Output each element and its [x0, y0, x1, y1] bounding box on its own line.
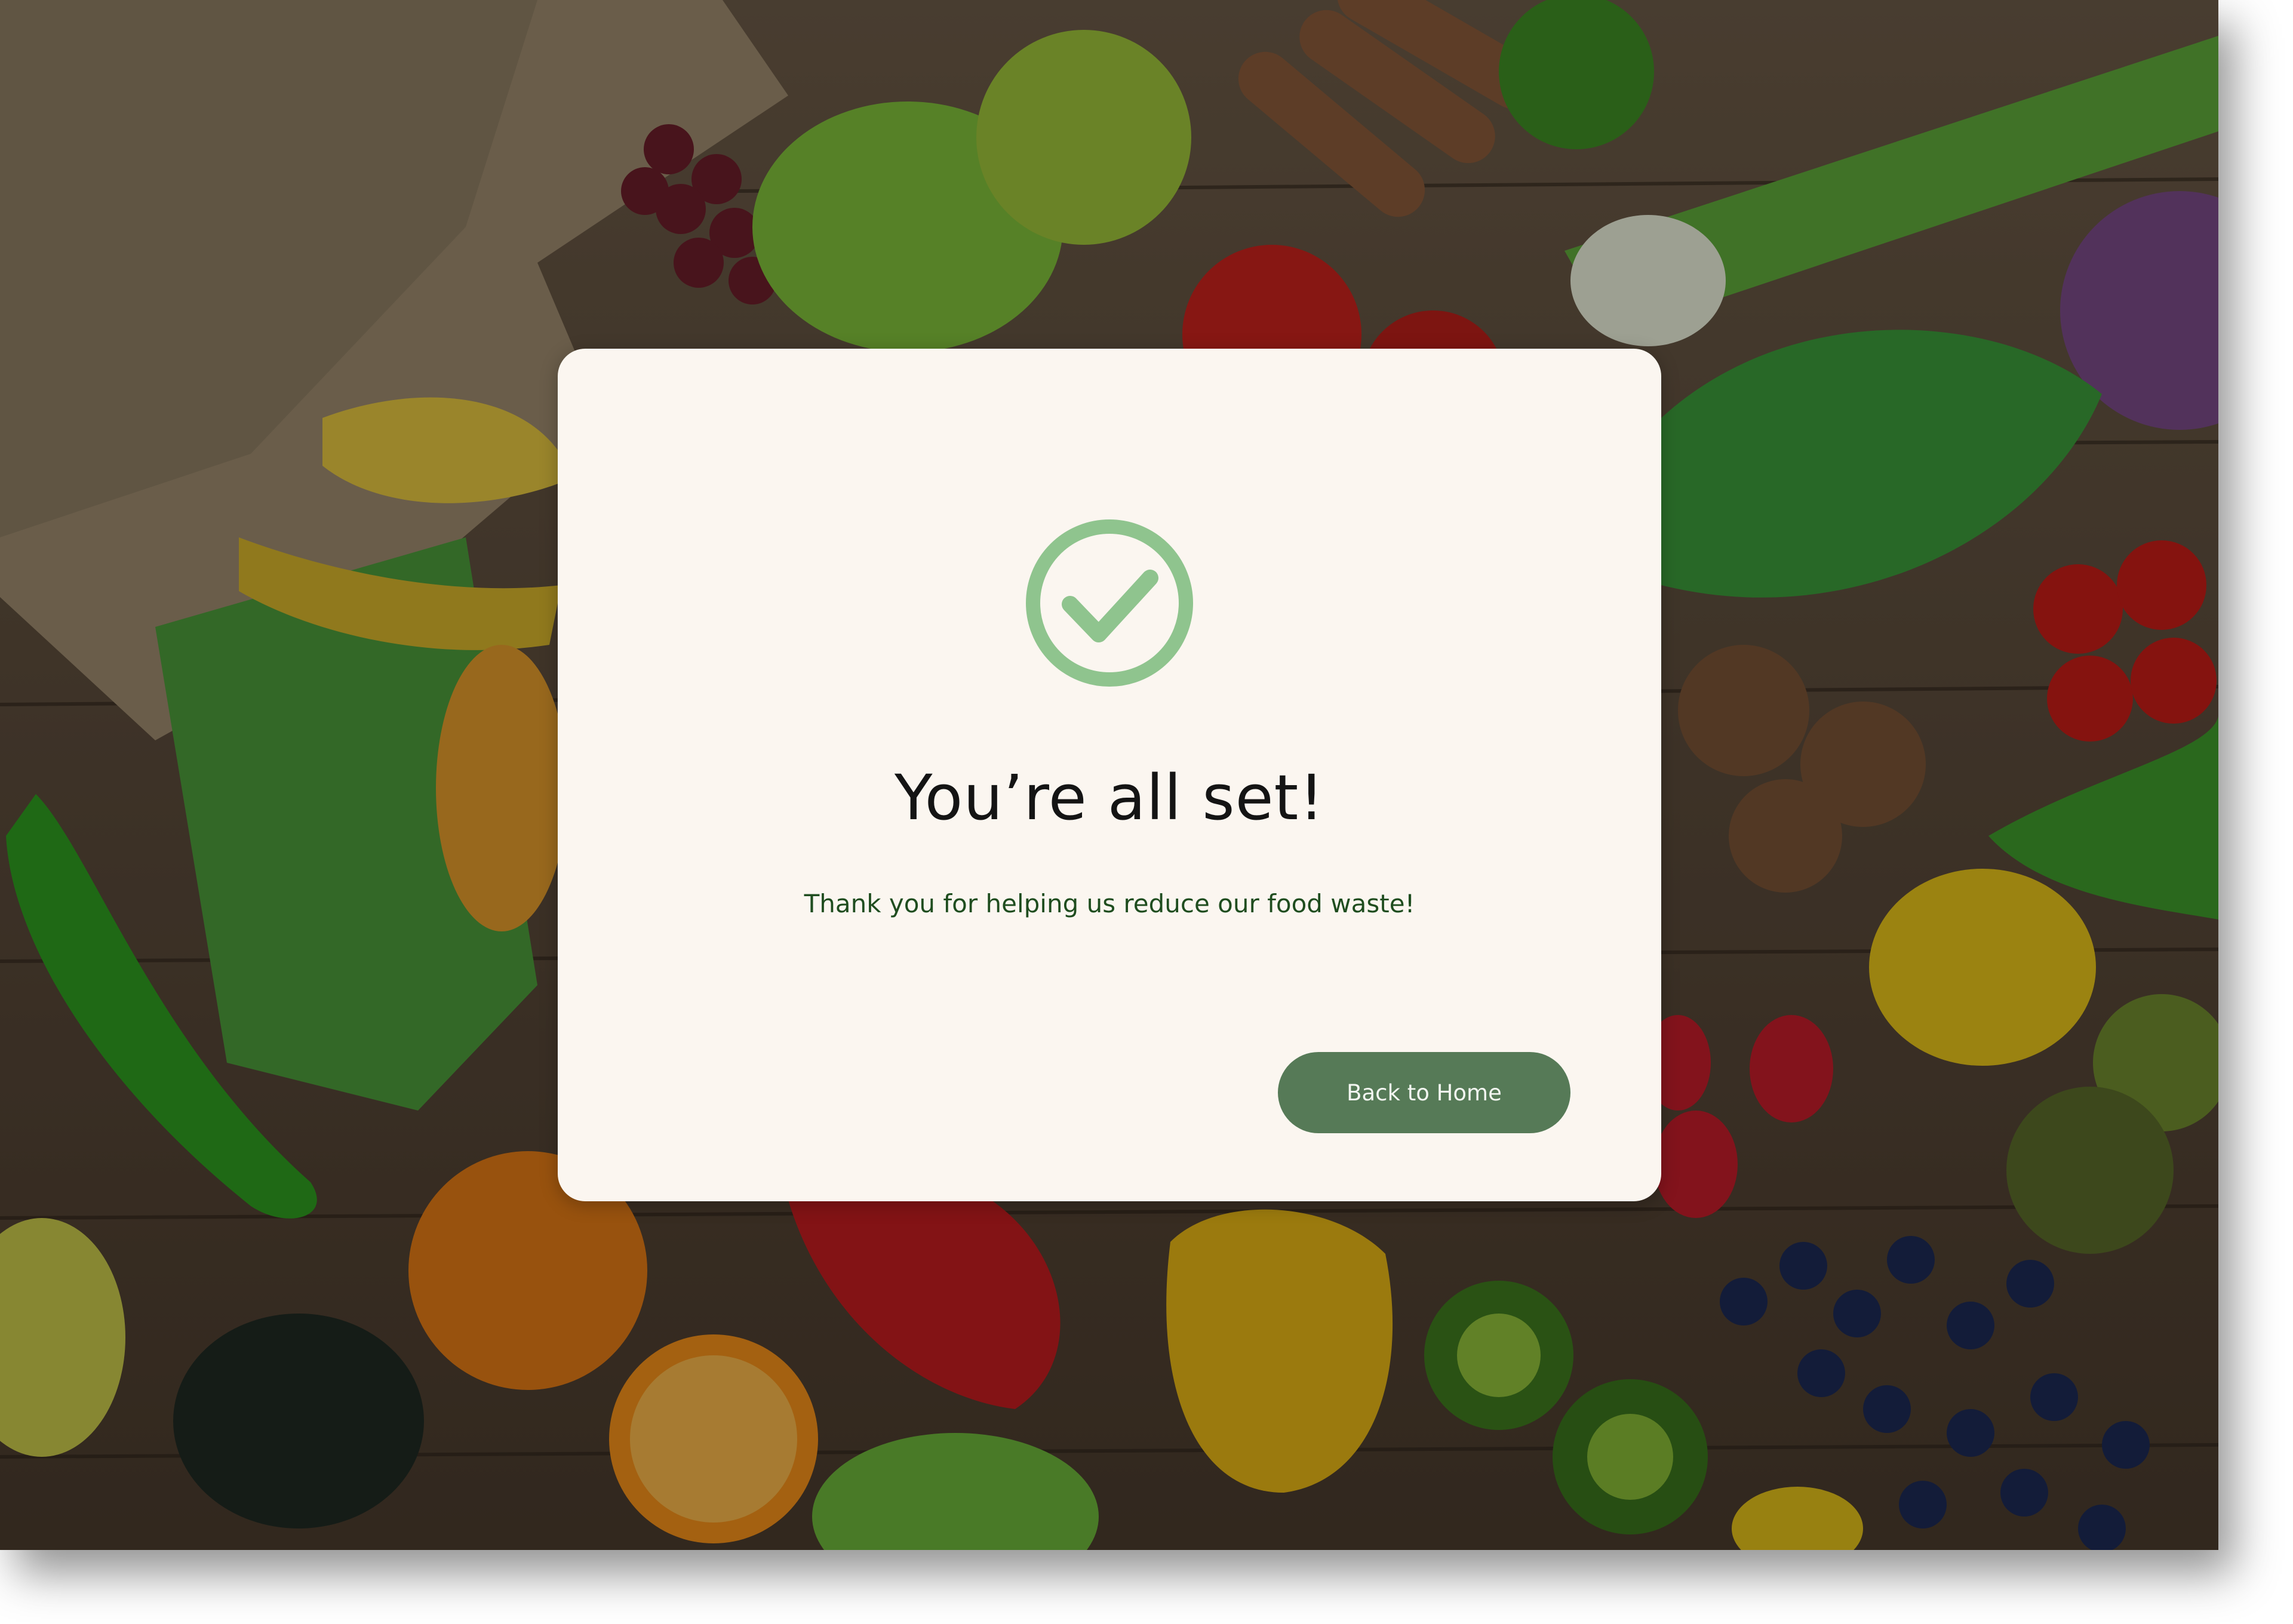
dialog-title: You’re all set!	[894, 761, 1325, 834]
check-circle-icon	[1023, 517, 1195, 689]
dialog-message: Thank you for helping us reduce our food…	[804, 889, 1415, 918]
confirmation-dialog: You’re all set! Thank you for helping us…	[558, 349, 1661, 1201]
app-window: You’re all set! Thank you for helping us…	[0, 0, 2218, 1550]
back-to-home-button[interactable]: Back to Home	[1278, 1052, 1570, 1133]
